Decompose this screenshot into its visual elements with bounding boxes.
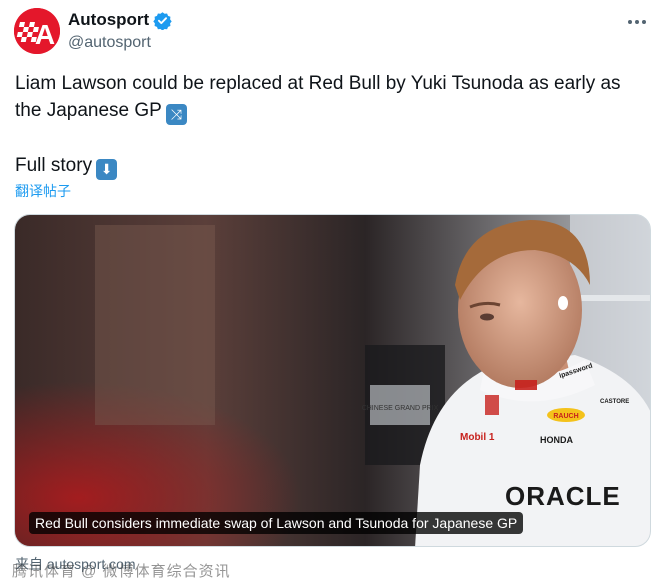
avatar[interactable]: A — [14, 8, 60, 54]
verified-badge-icon — [153, 11, 172, 30]
sponsor-honda: HONDA — [540, 435, 573, 445]
watermark: 腾讯体育 @ 微博体育综合资讯 — [12, 563, 231, 580]
sponsor-rauch: RAUCH — [553, 413, 578, 420]
shuffle-emoji-icon: ⤨ — [165, 104, 187, 125]
display-name[interactable]: Autosport — [68, 10, 149, 30]
down-arrow-emoji-icon: ⬇ — [96, 159, 118, 180]
author-handle[interactable]: @autosport — [68, 34, 151, 52]
tweet-text-line-2: Full story — [15, 155, 93, 176]
sponsor-mobil: Mobil 1 — [460, 432, 495, 443]
svg-text:A: A — [35, 19, 55, 50]
link-card[interactable]: CHINESE GRAND PRIX ORACLE HONDA Mobil 1 … — [14, 214, 651, 547]
article-photo: CHINESE GRAND PRIX ORACLE HONDA Mobil 1 … — [15, 215, 650, 546]
autosport-logo-icon: A — [14, 8, 60, 54]
tweet-text: Liam Lawson could be replaced at Red Bul… — [15, 70, 645, 180]
card-headline: Red Bull considers immediate swap of Law… — [29, 512, 524, 534]
translate-post-link[interactable]: 翻译帖子 — [15, 181, 71, 201]
more-options-icon[interactable] — [625, 12, 649, 32]
tweet-post: A Autosport @autosport Liam Lawson could… — [0, 0, 667, 585]
sponsor-castore: CASTORE — [600, 399, 629, 405]
screen-text: CHINESE GRAND PRIX — [362, 405, 439, 412]
author-name-row[interactable]: Autosport — [68, 10, 172, 30]
sponsor-oracle: ORACLE — [505, 481, 621, 511]
tweet-text-line-1: Liam Lawson could be replaced at Red Bul… — [15, 73, 621, 121]
